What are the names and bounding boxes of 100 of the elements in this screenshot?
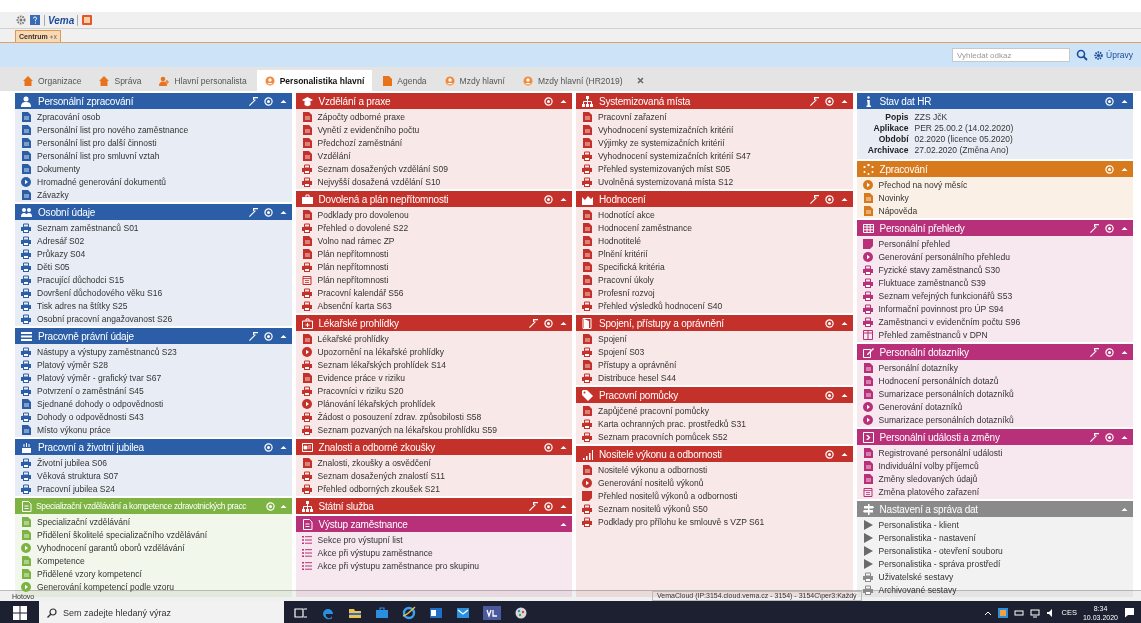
menu-link[interactable]: Personální přehled — [878, 238, 950, 249]
menu-link[interactable]: Individuální volby příjemců — [878, 460, 979, 471]
tray-app-icon[interactable] — [997, 607, 1008, 618]
mail-app-icon[interactable] — [429, 605, 443, 620]
menu-link[interactable]: Akce při výstupu zaměstnance — [317, 547, 433, 558]
settings-icon[interactable] — [824, 318, 834, 328]
menu-link[interactable]: Přidělení školitelé specializačního vzdělávání — [37, 529, 208, 540]
settings-icon[interactable] — [1105, 432, 1114, 442]
menu-link[interactable]: Personální list pro smluvní vztah — [37, 150, 160, 161]
menu-link[interactable]: Nejvyšší dosažená vzdělání S10 — [317, 176, 441, 187]
menu-link[interactable]: Přehled systemizovaných míst S05 — [598, 163, 731, 174]
menu-link[interactable]: Seznam zaměstnanců S01 — [37, 222, 139, 233]
wand-icon[interactable] — [529, 501, 538, 511]
menu-link[interactable]: Seznam pozvaných na lékařskou prohlídku S59 — [317, 424, 498, 435]
menu-link[interactable]: Generování personálního přehledu — [878, 251, 1010, 262]
taskbar-search-box[interactable]: Sem zadejte hledaný výraz — [39, 601, 284, 623]
menu-link[interactable]: Seznam veřejných funkcionářů S53 — [878, 290, 1013, 301]
taskbar-search-field[interactable]: Sem zadejte hledaný výraz — [63, 604, 283, 621]
menu-link[interactable]: Seznam dosažených vzdělání S09 — [317, 163, 448, 174]
menu-link[interactable]: Platový výměr - grafický tvar S67 — [37, 372, 162, 383]
menu-link[interactable]: Uvolněná systemizovaná místa S12 — [598, 176, 734, 187]
menu-link[interactable]: Znalosti, zkoušky a osvědčení — [317, 457, 431, 468]
menu-link[interactable]: Změna platového zařazení — [878, 486, 980, 497]
menu-link[interactable]: Generování kompetencí podle vzoru — [37, 581, 175, 592]
settings-icon[interactable] — [824, 449, 834, 459]
menu-link[interactable]: Karta ochranných prac. prostředků S31 — [598, 418, 746, 429]
menu-link[interactable]: Sumarizace personálních dotazníků — [878, 414, 1014, 425]
menu-link[interactable]: Přehled odborných zkoušek S21 — [317, 483, 440, 494]
menu-link[interactable]: Nástupy a výstupy zaměstnanců S23 — [37, 346, 177, 357]
menu-link[interactable]: Plánování lékařských prohlídek — [317, 398, 436, 409]
menu-link[interactable]: Přehled o dovolené S22 — [317, 222, 409, 233]
close-icon[interactable] — [636, 77, 644, 84]
menu-link[interactable]: Seznam dosažených znalostí S11 — [317, 470, 445, 481]
menu-link[interactable]: Distribuce hesel S44 — [598, 372, 676, 383]
notification-icon[interactable] — [1124, 607, 1135, 618]
menu-link[interactable]: Seznam pracovních pomůcek S52 — [598, 431, 728, 442]
menu-link[interactable]: Akce při výstupu zaměstnance pro skupinu — [317, 560, 480, 571]
menu-link[interactable]: Pracovní úkoly — [598, 274, 654, 285]
settings-icon[interactable] — [263, 96, 273, 106]
menu-link[interactable]: Přístupy a oprávnění — [598, 359, 677, 370]
menu-link[interactable]: Specifická kritéria — [598, 261, 665, 272]
menu-link[interactable]: Platový výměr S28 — [37, 359, 108, 370]
menu-link[interactable]: Dokumenty — [37, 163, 80, 174]
menu-link[interactable]: Místo výkonu práce — [37, 424, 111, 435]
menu-link[interactable]: Přehled výsledků hodnocení S40 — [598, 300, 723, 311]
menu-link[interactable]: Hodnotící akce — [598, 209, 655, 220]
menu-link[interactable]: Přidělené vzory kompetencí — [37, 568, 142, 579]
menu-link[interactable]: Personalistika - správa prostředí — [878, 558, 1001, 569]
menu-link[interactable]: Plán nepřítomnosti — [317, 274, 389, 285]
globe-icon[interactable] — [402, 605, 416, 620]
menu-link[interactable]: Upozornění na lékařské prohlídky — [317, 346, 445, 357]
menu-link[interactable]: Dohody o odpovědnosti S43 — [37, 411, 144, 422]
menu-link[interactable]: Volno nad rámec ZP — [317, 235, 395, 246]
battery-icon[interactable] — [1013, 607, 1024, 618]
help-icon[interactable] — [30, 15, 40, 25]
menu-link[interactable]: Vyhodnocení systemizačních kritérií — [598, 124, 734, 135]
menu-link[interactable]: Osobní pracovní angažovanost S26 — [37, 313, 173, 324]
menu-link[interactable]: Změny sledovaných údajů — [878, 473, 978, 484]
menu-link[interactable]: Děti S05 — [37, 261, 70, 272]
menu-link[interactable]: Výjimky ze systemizačních kritérií — [598, 137, 725, 148]
menu-link[interactable]: Pracovní kalendář S56 — [317, 287, 404, 298]
menu-link[interactable]: Spojení S03 — [598, 346, 645, 357]
menu-link[interactable]: Dovršení důchodového věku S16 — [37, 287, 163, 298]
wand-icon[interactable] — [809, 96, 819, 106]
wand-icon[interactable] — [1090, 432, 1099, 442]
app-tile-icon[interactable] — [483, 605, 501, 620]
app-icon[interactable] — [82, 15, 93, 25]
settings-icon[interactable] — [824, 390, 834, 400]
menu-link[interactable]: Předchozí zaměstnání — [317, 137, 403, 148]
task-view-icon[interactable] — [294, 605, 308, 620]
menu-link[interactable]: Vynětí z evidenčního počtu — [317, 124, 420, 135]
menu-link[interactable]: Plnění kritérií — [598, 248, 648, 259]
menu-link[interactable]: Seznam nositelů výkonů S50 — [598, 503, 708, 514]
menu-link[interactable]: Informační povinnost pro ÚP S94 — [878, 303, 1004, 314]
menu-link[interactable]: Vyhodnocení garantů oborů vzdělávání — [37, 542, 185, 553]
settings-icon[interactable] — [544, 501, 553, 511]
settings-icon[interactable] — [544, 194, 553, 204]
menu-link[interactable]: Hodnocení zaměstnance — [598, 222, 693, 233]
menu-link[interactable]: Přehled nositelů výkonů a odbornosti — [598, 490, 738, 501]
menu-link[interactable]: Podklady pro přílohu ke smlouvě s VZP S61 — [598, 516, 765, 527]
menu-link[interactable]: Pracovníci v riziku S20 — [317, 385, 404, 396]
menu-link[interactable]: Spojení — [598, 333, 627, 344]
menu-link[interactable]: Životní jubilea S06 — [37, 457, 107, 468]
menu-link[interactable]: Absenční karta S63 — [317, 300, 392, 311]
settings-icon[interactable] — [824, 96, 834, 106]
menu-link[interactable]: Personální list pro nového zaměstnance — [37, 124, 189, 135]
settings-icon[interactable] — [263, 207, 273, 217]
settings-icon[interactable] — [263, 331, 273, 341]
menu-link[interactable]: Generování nositelů výkonů — [598, 477, 704, 488]
tab[interactable]: Personalistika hlavní — [256, 70, 373, 91]
wand-icon[interactable] — [1090, 347, 1099, 357]
menu-link[interactable]: Nápověda — [878, 205, 918, 216]
menu-link[interactable]: Sjednané dohody o odpovědnosti — [37, 398, 164, 409]
menu-link[interactable]: Sekce pro výstupní list — [317, 534, 403, 545]
menu-link[interactable]: Uživatelské sestavy — [878, 571, 954, 582]
wand-icon[interactable] — [1090, 223, 1099, 233]
menu-link[interactable]: Sumarizace personálních dotazníků — [878, 388, 1014, 399]
menu-link[interactable]: Přehled zaměstnanců v DPN — [878, 329, 988, 340]
menu-link[interactable]: Adresář S02 — [37, 235, 85, 246]
settings-icon[interactable] — [544, 318, 553, 328]
